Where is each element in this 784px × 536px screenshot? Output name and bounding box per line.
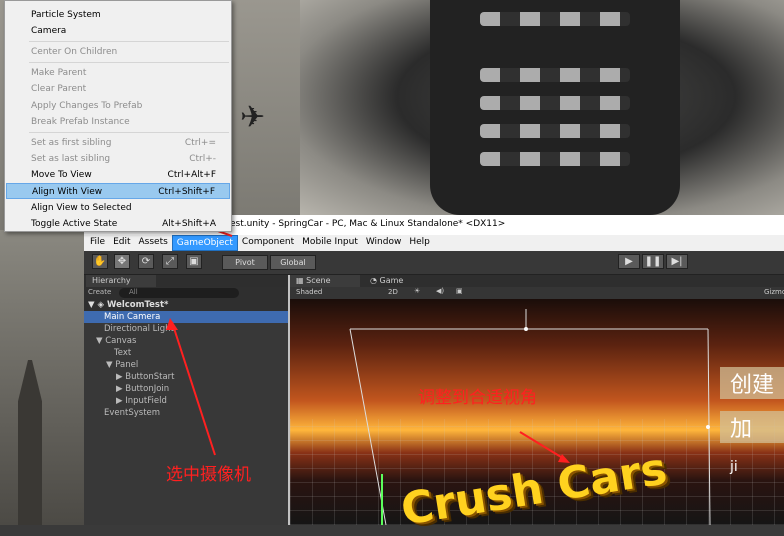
menu-item-label: Align View to Selected	[31, 203, 132, 213]
menu-item-label: Particle System	[31, 10, 101, 20]
menu-separator	[29, 132, 229, 133]
menu-item-label: Align With View	[32, 187, 103, 197]
menu-item-label: Toggle Active State	[31, 219, 118, 229]
menu-item-label: Center On Children	[31, 47, 118, 57]
menu-item-label: Clear Parent	[31, 84, 87, 94]
menu-item-shortcut: Ctrl+-	[189, 154, 216, 164]
menu-item-first-sibling[interactable]: Set as first sibling Ctrl+=	[6, 135, 230, 151]
menu-item-break-prefab[interactable]: Break Prefab Instance	[6, 114, 230, 130]
menu-item-shortcut: Ctrl+Alt+F	[167, 170, 216, 180]
menu-item-apply-prefab[interactable]: Apply Changes To Prefab	[6, 98, 230, 114]
menu-item-label: Set as last sibling	[31, 154, 111, 164]
menu-item-shortcut: Ctrl+=	[184, 138, 216, 148]
menu-item-label: Make Parent	[31, 68, 87, 78]
arrow-camera-head	[166, 318, 178, 330]
menu-item-last-sibling[interactable]: Set as last sibling Ctrl+-	[6, 151, 230, 167]
menu-separator	[29, 62, 229, 63]
menu-item-camera[interactable]: Camera	[6, 23, 230, 39]
menu-separator	[29, 41, 229, 42]
menu-item-particle-system[interactable]: Particle System	[6, 7, 230, 23]
arrow-view-line	[519, 431, 567, 461]
menu-item-center-on-children[interactable]: Center On Children	[6, 44, 230, 60]
menu-item-shortcut: Ctrl+Shift+F	[158, 187, 215, 197]
menu-item-align-view-to-selected[interactable]: Align View to Selected	[6, 200, 230, 216]
menu-item-shortcut: Alt+Shift+A	[162, 219, 216, 229]
menu-item-label: Break Prefab Instance	[31, 117, 130, 127]
menu-item-toggle-active[interactable]: Toggle Active State Alt+Shift+A	[6, 216, 230, 232]
menu-item-label: Camera	[31, 26, 67, 36]
menu-item-make-parent[interactable]: Make Parent	[6, 65, 230, 81]
gameobject-dropdown-menu: Particle System Camera Center On Childre…	[4, 0, 232, 232]
menu-item-label: Set as first sibling	[31, 138, 112, 148]
arrow-camera-line	[171, 321, 216, 456]
menu-item-move-to-view[interactable]: Move To View Ctrl+Alt+F	[6, 167, 230, 183]
menu-item-label: Apply Changes To Prefab	[31, 101, 143, 111]
menu-item-align-with-view[interactable]: Align With View Ctrl+Shift+F	[6, 183, 230, 199]
menu-item-clear-parent[interactable]: Clear Parent	[6, 81, 230, 97]
menu-item-label: Move To View	[31, 170, 92, 180]
